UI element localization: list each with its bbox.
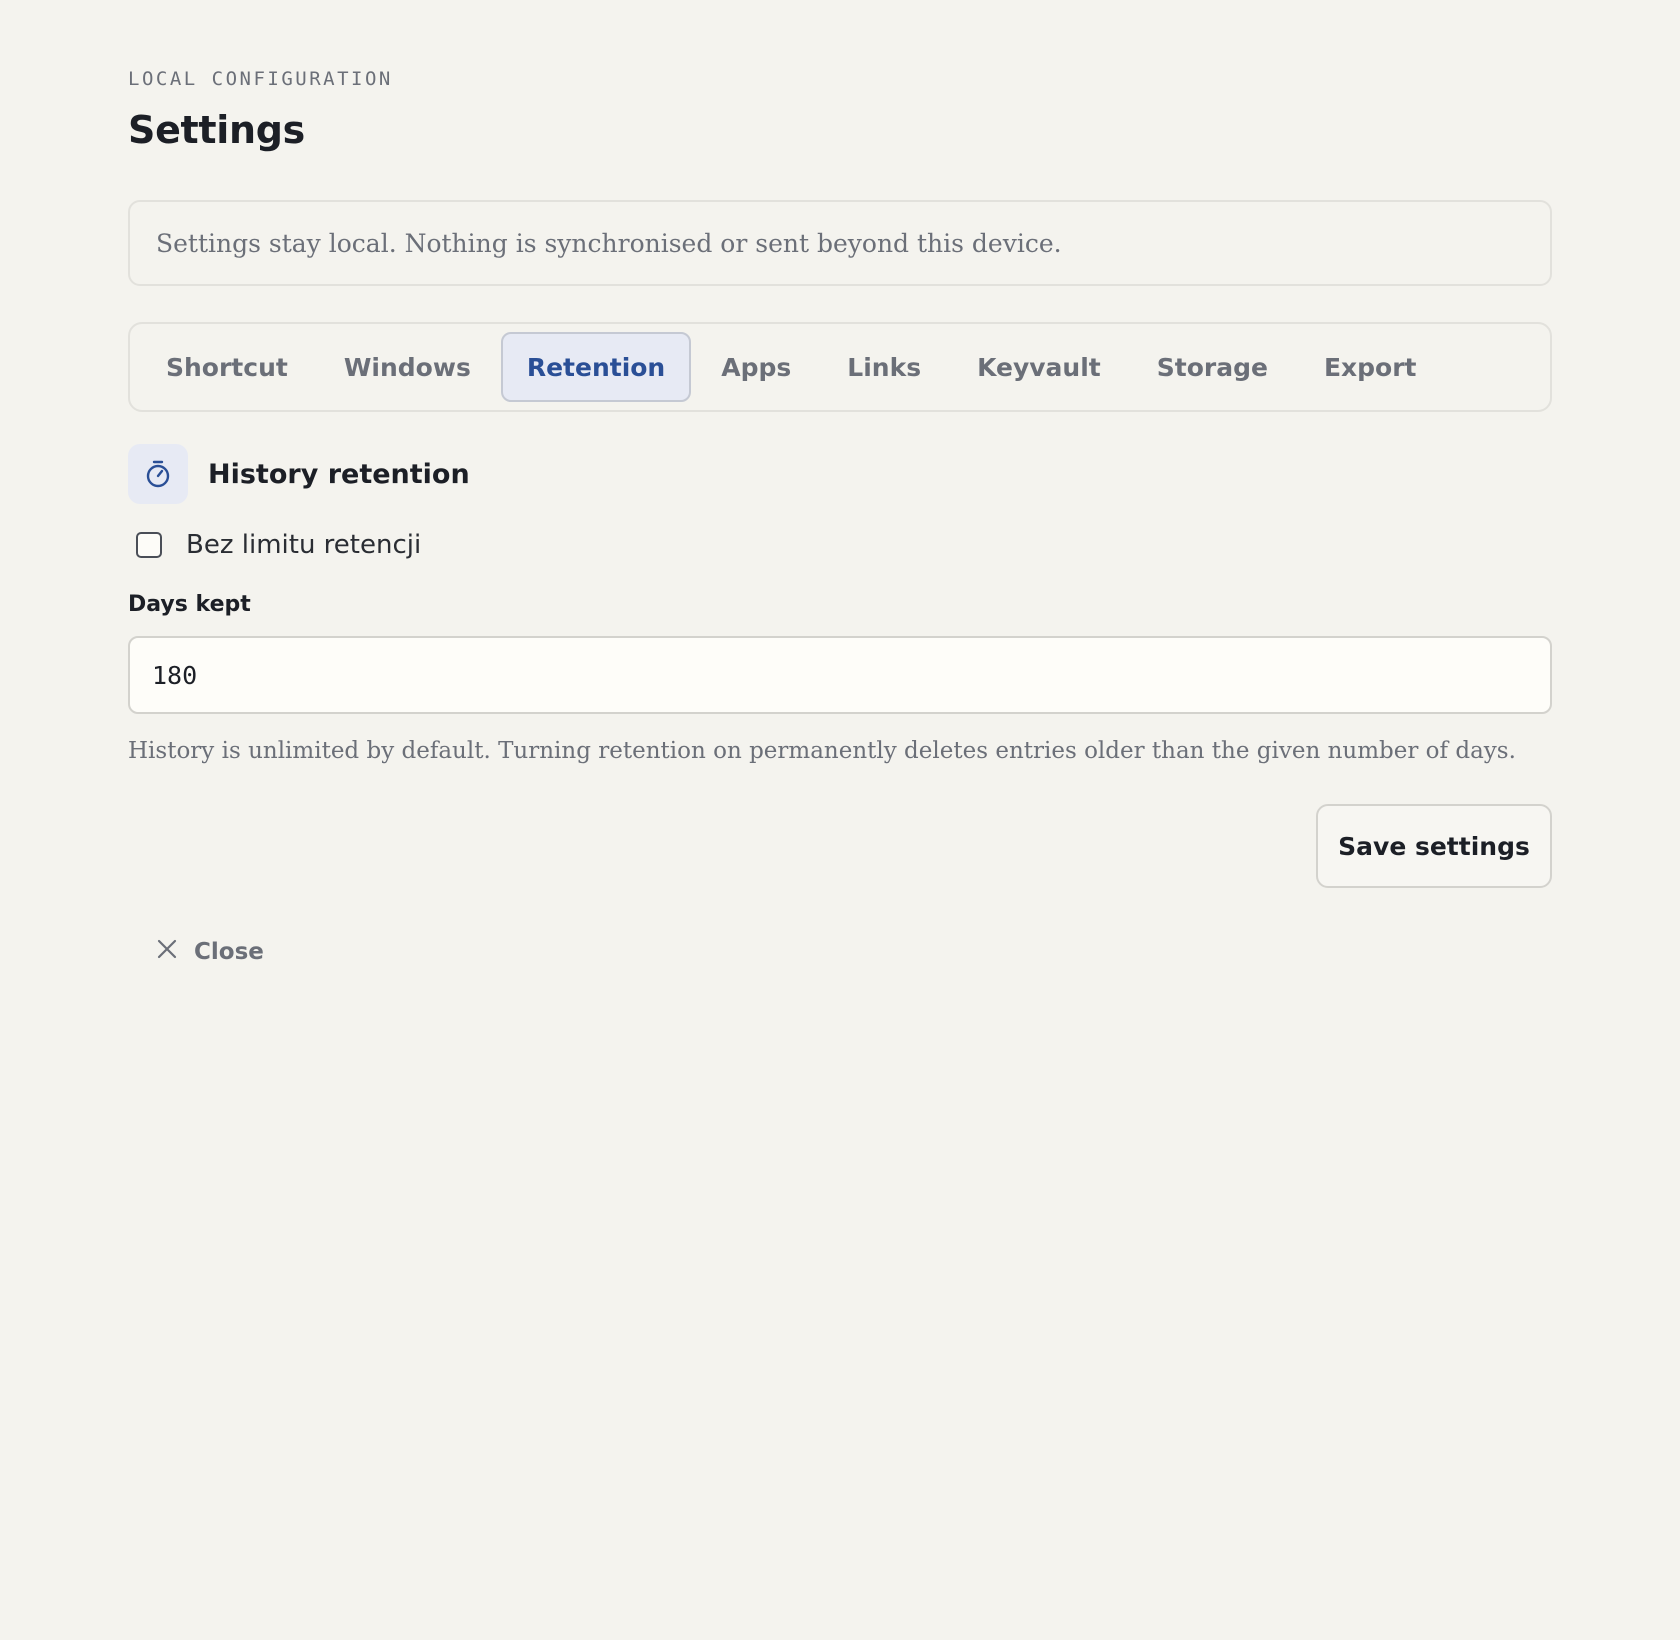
tab-links[interactable]: Links [821, 332, 947, 402]
close-label: Close [194, 938, 264, 965]
tab-windows[interactable]: Windows [318, 332, 497, 402]
settings-tabs: Shortcut Windows Retention Apps Links Ke… [128, 322, 1552, 412]
page-eyebrow: LOCAL CONFIGURATION [128, 68, 393, 90]
unlimited-retention-option[interactable]: Bez limitu retencji [136, 530, 421, 560]
notice-text: Settings stay local. Nothing is synchron… [156, 228, 1062, 258]
tab-retention[interactable]: Retention [500, 332, 692, 402]
stopwatch-icon [128, 444, 188, 504]
tab-keyvault[interactable]: Keyvault [951, 332, 1127, 402]
unlimited-retention-checkbox[interactable] [136, 532, 162, 558]
tab-export[interactable]: Export [1298, 332, 1443, 402]
tab-storage[interactable]: Storage [1131, 332, 1294, 402]
tab-shortcut[interactable]: Shortcut [140, 332, 314, 402]
page-title: Settings [128, 108, 305, 152]
days-kept-label: Days kept [128, 592, 251, 617]
days-kept-input[interactable] [128, 636, 1552, 714]
section-title: History retention [208, 458, 470, 490]
close-button[interactable]: Close [156, 938, 264, 965]
save-settings-button[interactable]: Save settings [1316, 804, 1552, 888]
section-header: History retention [128, 444, 470, 504]
retention-help-text: History is unlimited by default. Turning… [128, 738, 1516, 764]
unlimited-retention-label: Bez limitu retencji [186, 530, 422, 560]
close-icon [156, 938, 178, 965]
tab-apps[interactable]: Apps [695, 332, 817, 402]
local-notice: Settings stay local. Nothing is synchron… [128, 200, 1552, 286]
